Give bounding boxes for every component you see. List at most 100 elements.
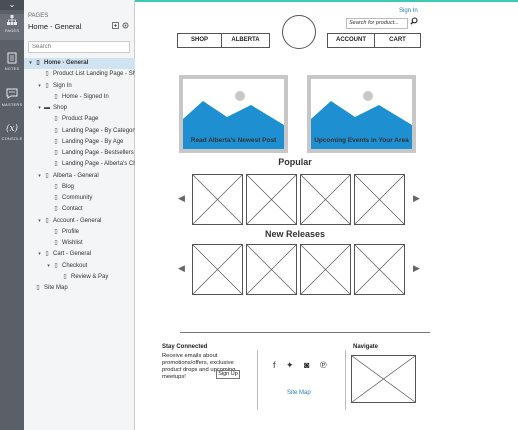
tree-node-label: Account - General: [53, 217, 102, 224]
tree-node-label: Shop: [53, 105, 68, 111]
tree-node-label: Site Map: [44, 285, 68, 291]
caret-down-icon[interactable]: ▾: [45, 261, 52, 272]
carousel-next-icon[interactable]: ▶: [413, 193, 420, 204]
page-icon: ▯: [54, 240, 58, 246]
navigate-image-placeholder[interactable]: [351, 355, 416, 403]
product-thumb[interactable]: [300, 174, 351, 225]
nav-alberta-button[interactable]: ALBERTA: [222, 34, 269, 47]
panel-subtitle: Home - General: [28, 22, 82, 31]
settings-icon[interactable]: [122, 22, 129, 31]
hero-blog-caption: Read Alberta's Newest Post: [190, 137, 277, 144]
page-icon: ▯: [54, 195, 58, 201]
page-icon: ▯: [45, 172, 49, 179]
tree-node[interactable]: ▯ Site Map: [24, 283, 135, 294]
nav-cart-button[interactable]: CART: [375, 34, 420, 47]
tree-node[interactable]: ▾ ▯ Cart - General: [24, 249, 135, 260]
hero-blog[interactable]: Read Alberta's Newest Post: [179, 75, 288, 153]
pages-panel: PAGES Home - General ▾▯Home - General▯Pr…: [24, 0, 135, 430]
page-icon: ▯: [45, 251, 49, 258]
tree-node[interactable]: ▯ Landing Page - Bestsellers: [24, 148, 135, 159]
tree-node[interactable]: ▯ Landing Page - By Category: [24, 126, 135, 137]
page-icon: ▯: [54, 138, 58, 145]
rail-masters-button[interactable]: MASTERS: [0, 88, 24, 112]
product-thumb[interactable]: [246, 244, 297, 295]
logo-placeholder[interactable]: [282, 15, 316, 49]
tree-node-label: Cart - General: [53, 251, 92, 258]
product-thumb[interactable]: [300, 244, 351, 295]
tree-node-label: Review & Pay: [71, 273, 109, 280]
tree-node-label: Landing Page - By Category: [62, 127, 135, 134]
page-icon: ▯: [54, 206, 58, 213]
product-thumb[interactable]: [192, 174, 243, 225]
footer-divider: [180, 332, 430, 333]
tree-node[interactable]: ▯ Product Page: [24, 114, 135, 125]
tree-node[interactable]: ▯ Blog: [24, 182, 135, 193]
page-icon: ▯: [36, 60, 40, 66]
sign-in-link[interactable]: Sign In: [399, 8, 418, 14]
left-rail: ⌄ PAGES NOTES MASTERS (x) CONSOLE: [0, 0, 24, 430]
tree-node-label: Landing Page - Bestsellers: [62, 150, 134, 156]
panel-title: PAGES: [28, 13, 49, 19]
nav-account-button[interactable]: ACCOUNT: [328, 34, 375, 47]
collapse-chevron-icon[interactable]: ⌄: [0, 0, 24, 10]
caret-down-icon[interactable]: ▾: [36, 81, 43, 92]
tree-node-label: Contact: [62, 206, 83, 213]
tree-node[interactable]: ▯ Landing Page - By Age: [24, 137, 135, 148]
tree-node[interactable]: ▯ Wishlist: [24, 238, 135, 249]
tree-node-label: Home - General: [44, 60, 89, 66]
tree-node[interactable]: ▯ Community: [24, 193, 135, 204]
sign-up-button[interactable]: Sign Up: [216, 370, 240, 379]
product-thumb[interactable]: [246, 174, 297, 225]
tree-node[interactable]: ▾ ▯ Home - General: [24, 58, 135, 70]
page-icon: ▯: [54, 183, 58, 190]
tree-node[interactable]: ▾ ▯ Checkout: [24, 261, 135, 272]
rail-pages-button[interactable]: PAGES: [0, 14, 24, 40]
caret-down-icon[interactable]: ▾: [36, 216, 43, 227]
hero-events-caption: Upcoming Events in Your Area: [314, 137, 409, 144]
search-icon[interactable]: [410, 17, 418, 27]
caret-down-icon[interactable]: ▾: [36, 249, 43, 260]
page-icon: ▯: [54, 116, 58, 123]
page-icon: ▯: [54, 93, 58, 100]
pages-search-input[interactable]: [28, 41, 130, 53]
page-icon: ▯: [54, 228, 58, 235]
stay-connected-title: Stay Connected: [162, 344, 208, 350]
carousel-next-icon[interactable]: ▶: [413, 263, 420, 274]
tree-node[interactable]: ▾ ▯ Account - General: [24, 216, 135, 227]
tree-node[interactable]: ▾ ▬ Shop: [24, 103, 135, 114]
tree-node-label: Product List Landing Page - Shop: [53, 71, 135, 78]
page-icon: ▯: [45, 82, 49, 89]
caret-down-icon[interactable]: ▾: [36, 171, 43, 182]
footer-column-divider: [257, 350, 258, 410]
nav-shop-button[interactable]: SHOP: [178, 34, 222, 47]
product-search-input[interactable]: Search for product...: [346, 18, 408, 29]
add-page-icon[interactable]: [112, 22, 119, 31]
carousel-prev-icon[interactable]: ◀: [178, 263, 185, 274]
tree-node-label: Product Page: [62, 116, 99, 123]
tree-node[interactable]: ▯ Review & Pay: [24, 272, 135, 283]
rail-console-button[interactable]: (x) CONSOLE: [0, 122, 24, 146]
tree-node[interactable]: ▾ ▯ Alberta - General: [24, 171, 135, 182]
hero-events[interactable]: Upcoming Events in Your Area: [307, 75, 416, 153]
caret-down-icon[interactable]: ▾: [36, 103, 43, 114]
product-thumb[interactable]: [192, 244, 243, 295]
folder-icon: ▬: [44, 105, 50, 111]
product-thumb[interactable]: [354, 244, 405, 295]
page-icon: ▯: [54, 161, 58, 168]
tree-node[interactable]: ▯ Contact: [24, 204, 135, 215]
tree-node-label: Landing Page - Alberta's Choice: [62, 161, 135, 168]
navigate-title: Navigate: [353, 344, 379, 350]
pages-tree: ▾ ▯ Home - General ▯ Product List Landing Pa…: [24, 58, 135, 294]
tree-node[interactable]: ▾ ▯ Sign In: [24, 81, 135, 92]
carousel-prev-icon[interactable]: ◀: [178, 193, 185, 204]
social-icons[interactable]: f ✦ ◙ ℗: [273, 360, 331, 371]
tree-node[interactable]: ▯ Landing Page - Alberta's Choice: [24, 159, 135, 170]
site-map-link[interactable]: Site Map: [287, 390, 311, 396]
rail-notes-button[interactable]: NOTES: [0, 52, 24, 76]
caret-down-icon[interactable]: ▾: [27, 58, 34, 69]
tree-node-label: Wishlist: [62, 240, 83, 246]
tree-node[interactable]: ▯ Profile: [24, 227, 135, 238]
tree-node[interactable]: ▯ Home - Signed In: [24, 92, 135, 103]
product-thumb[interactable]: [354, 174, 405, 225]
tree-node[interactable]: ▯ Product List Landing Page - Shop: [24, 69, 135, 80]
